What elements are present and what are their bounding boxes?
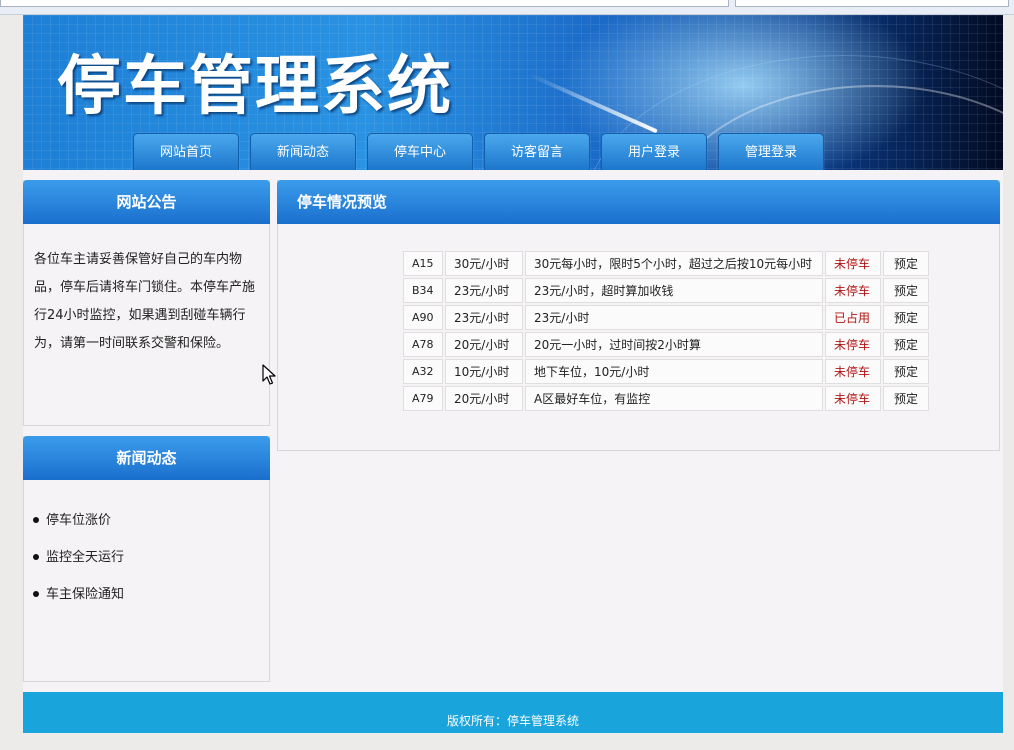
news-title: 新闻动态 [23,436,270,480]
space-description: 地下车位，10元/小时 [525,359,823,384]
space-price: 23元/小时 [445,278,523,303]
table-row: A15 30元/小时 30元每小时，限时5个小时，超过之后按10元每小时 未停车… [403,251,929,276]
space-status: 未停车 [825,278,881,303]
nav-news[interactable]: 新闻动态 [250,133,356,170]
space-price: 30元/小时 [445,251,523,276]
nav-admin-login[interactable]: 管理登录 [718,133,824,170]
space-status: 未停车 [825,386,881,411]
space-code: A78 [403,332,443,357]
space-description: 20元一小时，过时间按2小时算 [525,332,823,357]
mouse-cursor-icon [262,364,276,385]
space-description: 23元/小时 [525,305,823,330]
space-status: 未停车 [825,332,881,357]
news-item[interactable]: 车主保险通知 [33,576,269,613]
space-description: 23元/小时，超时算加收钱 [525,278,823,303]
space-price: 23元/小时 [445,305,523,330]
space-price: 20元/小时 [445,386,523,411]
space-status: 已占用 [825,305,881,330]
news-item[interactable]: 监控全天运行 [33,539,269,576]
table-row: A79 20元/小时 A区最好车位，有监控 未停车 预定 [403,386,929,411]
space-description: A区最好车位，有监控 [525,386,823,411]
space-code: A32 [403,359,443,384]
nav-guestbook[interactable]: 访客留言 [484,133,590,170]
table-row: A90 23元/小时 23元/小时 已占用 预定 [403,305,929,330]
parking-panel: 停车情况预览 A15 30元/小时 30元每小时，限时5个小时，超过之后按10元… [277,180,1000,451]
address-bar[interactable] [0,0,729,7]
space-code: A79 [403,386,443,411]
news-list: 停车位涨价 监控全天运行 车主保险通知 [24,502,269,613]
space-price: 10元/小时 [445,359,523,384]
reserve-link[interactable]: 预定 [883,386,929,411]
notice-text: 各位车主请妥善保管好自己的车内物品，停车后请将车门锁住。本停车产施行24小时监控… [34,252,256,351]
nav-parking-center[interactable]: 停车中心 [367,133,473,170]
news-item[interactable]: 停车位涨价 [33,502,269,539]
notice-panel: 网站公告 各位车主请妥善保管好自己的车内物品，停车后请将车门锁住。本停车产施行2… [23,180,270,426]
table-row: B34 23元/小时 23元/小时，超时算加收钱 未停车 预定 [403,278,929,303]
main-nav: 网站首页 新闻动态 停车中心 访客留言 用户登录 管理登录 [133,133,835,170]
reserve-link[interactable]: 预定 [883,305,929,330]
space-description: 30元每小时，限时5个小时，超过之后按10元每小时 [525,251,823,276]
space-code: B34 [403,278,443,303]
footer-copyright: 版权所有：停车管理系统 [446,714,579,728]
page: 停车管理系统 网站首页 新闻动态 停车中心 访客留言 用户登录 管理登录 网站公… [23,15,1003,733]
reserve-link[interactable]: 预定 [883,359,929,384]
table-row: A32 10元/小时 地下车位，10元/小时 未停车 预定 [403,359,929,384]
reserve-link[interactable]: 预定 [883,251,929,276]
space-status: 未停车 [825,359,881,384]
news-panel: 新闻动态 停车位涨价 监控全天运行 车主保险通知 [23,436,270,682]
nav-user-login[interactable]: 用户登录 [601,133,707,170]
space-status: 未停车 [825,251,881,276]
table-row: A78 20元/小时 20元一小时，过时间按2小时算 未停车 预定 [403,332,929,357]
site-title: 停车管理系统 [57,50,453,124]
reserve-link[interactable]: 预定 [883,332,929,357]
banner: 停车管理系统 网站首页 新闻动态 停车中心 访客留言 用户登录 管理登录 [23,15,1003,170]
parking-title: 停车情况预览 [277,180,1000,224]
space-price: 20元/小时 [445,332,523,357]
notice-title: 网站公告 [23,180,270,224]
browser-search-box[interactable] [735,0,1009,7]
reserve-link[interactable]: 预定 [883,278,929,303]
space-code: A90 [403,305,443,330]
space-code: A15 [403,251,443,276]
parking-table: A15 30元/小时 30元每小时，限时5个小时，超过之后按10元每小时 未停车… [401,249,931,413]
footer: 版权所有：停车管理系统 [23,692,1003,733]
browser-toolbar [0,0,1014,15]
nav-home[interactable]: 网站首页 [133,133,239,170]
